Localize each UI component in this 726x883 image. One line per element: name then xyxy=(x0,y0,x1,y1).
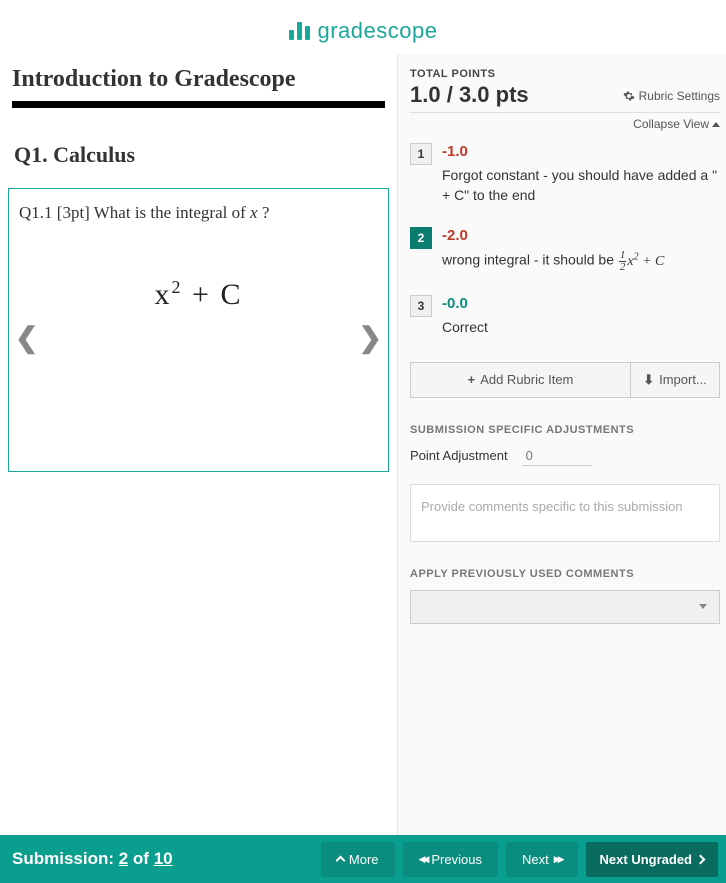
total-points-label: TOTAL POINTS xyxy=(410,68,720,80)
rubric-buttons: + Add Rubric Item ⬇ Import... xyxy=(410,362,720,398)
rubric-desc: Forgot constant - you should have added … xyxy=(442,166,720,205)
point-adjustment-label: Point Adjustment xyxy=(410,448,508,463)
rubric-item-3[interactable]: 3 -0.0 Correct xyxy=(410,283,720,348)
chevron-up-icon xyxy=(335,856,345,866)
rubric-key-1[interactable]: 1 xyxy=(410,143,432,165)
adjustments-heading: SUBMISSION SPECIFIC ADJUSTMENTS xyxy=(410,424,720,436)
grading-panel: TOTAL POINTS 1.0 / 3.0 pts Rubric Settin… xyxy=(397,54,726,839)
comment-input[interactable]: Provide comments specific to this submis… xyxy=(410,484,720,542)
points-value: 1.0 / 3.0 pts xyxy=(410,82,529,108)
submission-counter: Submission: 2 of 10 xyxy=(8,849,313,869)
chevron-right-icon xyxy=(696,854,706,864)
next-ungraded-button[interactable]: Next Ungraded xyxy=(586,842,718,877)
collapse-view-button[interactable]: Collapse View xyxy=(410,112,720,131)
caret-down-icon xyxy=(699,604,707,609)
main-content: Introduction to Gradescope Q1. Calculus … xyxy=(0,54,726,839)
download-icon: ⬇ xyxy=(643,372,654,388)
point-adjustment-row: Point Adjustment xyxy=(410,446,720,466)
rubric-desc: wrong integral - it should be 12x2 + C xyxy=(442,250,720,273)
rubric-key-3[interactable]: 3 xyxy=(410,295,432,317)
logo-bars-icon xyxy=(289,22,310,40)
points-row: 1.0 / 3.0 pts Rubric Settings xyxy=(410,82,720,108)
answer-region[interactable]: Q1.1 [3pt] What is the integral of x ? x… xyxy=(8,188,389,472)
subquestion-text: Q1.1 [3pt] What is the integral of x ? xyxy=(19,203,378,223)
plus-icon: + xyxy=(468,372,476,387)
submission-panel: Introduction to Gradescope Q1. Calculus … xyxy=(0,54,397,839)
footer-bar: Submission: 2 of 10 More Previous Next N… xyxy=(0,835,726,883)
app-header: gradescope xyxy=(0,0,726,54)
more-button[interactable]: More xyxy=(321,842,395,877)
add-rubric-item-button[interactable]: + Add Rubric Item xyxy=(410,362,630,398)
document-title: Introduction to Gradescope xyxy=(6,54,391,101)
next-page-icon[interactable]: ❯ xyxy=(359,321,382,354)
previous-button[interactable]: Previous xyxy=(403,842,498,877)
next-button[interactable]: Next xyxy=(506,842,578,877)
rubric-points: -0.0 xyxy=(442,295,720,312)
rubric-key-2[interactable]: 2 xyxy=(410,227,432,249)
rubric-points: -1.0 xyxy=(442,143,720,160)
logo-text: gradescope xyxy=(318,18,438,44)
point-adjustment-input[interactable] xyxy=(522,446,592,466)
apply-comments-heading: APPLY PREVIOUSLY USED COMMENTS xyxy=(410,568,720,580)
caret-up-icon xyxy=(712,122,720,127)
title-rule xyxy=(12,101,385,108)
rubric-points: -2.0 xyxy=(442,227,720,244)
rubric-item-2[interactable]: 2 -2.0 wrong integral - it should be 12x… xyxy=(410,215,720,283)
student-answer: x2 + C xyxy=(19,277,378,312)
gear-icon xyxy=(623,90,635,102)
rubric-settings-button[interactable]: Rubric Settings xyxy=(623,89,720,103)
prev-page-icon[interactable]: ❮ xyxy=(15,321,38,354)
import-button[interactable]: ⬇ Import... xyxy=(630,362,720,398)
question-heading: Q1. Calculus xyxy=(6,142,391,188)
rubric-item-1[interactable]: 1 -1.0 Forgot constant - you should have… xyxy=(410,131,720,215)
rubric-desc: Correct xyxy=(442,318,720,338)
previous-comments-select[interactable] xyxy=(410,590,720,624)
